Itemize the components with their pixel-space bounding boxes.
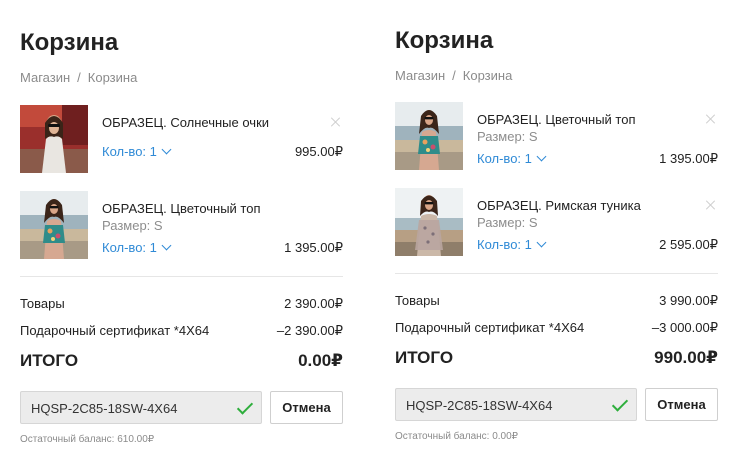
cart-panel-left: Корзина Магазин / Корзина ОБРАЗЕЦ. Солнечн… xyxy=(20,0,343,445)
product-name[interactable]: ОБРАЗЕЦ. Солнечные очки xyxy=(102,115,269,130)
quantity-dropdown[interactable]: Кол-во: 1 xyxy=(102,144,172,159)
divider xyxy=(20,276,343,277)
product-size: Размер: S xyxy=(477,215,538,230)
breadcrumb-cart: Корзина xyxy=(87,70,138,85)
product-price: 2 595.00₽ xyxy=(659,237,718,252)
product-price: 1 395.00₽ xyxy=(284,240,343,255)
total-row: ИТОГО 0.00₽ xyxy=(20,352,343,369)
goods-row: Товары 2 390.00₽ xyxy=(20,297,343,310)
total-value: 990.00₽ xyxy=(654,348,718,367)
product-thumbnail-floral-top[interactable] xyxy=(20,191,88,259)
remove-item-icon[interactable] xyxy=(706,114,716,124)
goods-row: Товары 3 990.00₽ xyxy=(395,294,718,307)
remove-item-icon[interactable] xyxy=(331,117,341,127)
gift-code-input[interactable]: HQSP-2C85-18SW-4X64 xyxy=(20,391,262,424)
gift-code-form: HQSP-2C85-18SW-4X64 Отмена xyxy=(395,388,718,421)
gift-certificate-label: Подарочный сертификат *4X64 xyxy=(20,323,210,338)
gift-code-form: HQSP-2C85-18SW-4X64 Отмена xyxy=(20,391,343,424)
chevron-down-icon xyxy=(536,237,547,248)
cart-items: ОБРАЗЕЦ. Цветочный топ Размер: S Кол-во:… xyxy=(395,102,718,256)
floral-top-photo xyxy=(395,102,463,170)
floral-top-photo xyxy=(20,191,88,259)
total-value: 0.00₽ xyxy=(298,351,343,370)
breadcrumb-separator: / xyxy=(77,70,81,85)
checkmark-icon xyxy=(237,401,249,416)
product-size: Размер: S xyxy=(477,129,538,144)
checkmark-icon xyxy=(612,398,624,413)
divider xyxy=(395,273,718,274)
product-price: 995.00₽ xyxy=(294,144,343,159)
quantity-label: Кол-во: 1 xyxy=(477,151,532,166)
breadcrumb-separator: / xyxy=(452,68,456,83)
product-name[interactable]: ОБРАЗЕЦ. Цветочный топ xyxy=(102,201,261,216)
gift-certificate-label: Подарочный сертификат *4X64 xyxy=(395,320,585,335)
cancel-button[interactable]: Отмена xyxy=(270,391,343,424)
cart-item: ОБРАЗЕЦ. Римская туника Размер: S Кол-во… xyxy=(395,188,718,256)
breadcrumb-cart: Корзина xyxy=(462,68,513,83)
quantity-dropdown[interactable]: Кол-во: 1 xyxy=(477,151,547,166)
gift-certificate-value: –3 000.00₽ xyxy=(651,320,718,335)
product-thumbnail-floral-top[interactable] xyxy=(395,102,463,170)
cart-item: ОБРАЗЕЦ. Солнечные очки Кол-во: 1 995.00… xyxy=(20,105,343,173)
cart-item: ОБРАЗЕЦ. Цветочный топ Размер: S Кол-во:… xyxy=(395,102,718,170)
cart-items: ОБРАЗЕЦ. Солнечные очки Кол-во: 1 995.00… xyxy=(20,105,343,259)
quantity-label: Кол-во: 1 xyxy=(102,240,157,255)
product-size: Размер: S xyxy=(102,218,163,233)
remove-item-icon[interactable] xyxy=(706,200,716,210)
goods-value: 2 390.00₽ xyxy=(284,296,343,311)
goods-value: 3 990.00₽ xyxy=(659,293,718,308)
goods-label: Товары xyxy=(20,296,65,311)
breadcrumb-shop-link[interactable]: Магазин xyxy=(20,70,70,85)
cart-item: ОБРАЗЕЦ. Цветочный топ Размер: S Кол-во:… xyxy=(20,191,343,259)
total-label: ИТОГО xyxy=(20,351,79,370)
product-thumbnail-sunglasses[interactable] xyxy=(20,105,88,173)
total-row: ИТОГО 990.00₽ xyxy=(395,349,718,366)
gift-code-value: HQSP-2C85-18SW-4X64 xyxy=(31,401,178,416)
gift-code-input[interactable]: HQSP-2C85-18SW-4X64 xyxy=(395,388,637,421)
chevron-down-icon xyxy=(161,240,172,251)
product-thumbnail-roman-tunic[interactable] xyxy=(395,188,463,256)
quantity-dropdown[interactable]: Кол-во: 1 xyxy=(102,240,172,255)
quantity-label: Кол-во: 1 xyxy=(477,237,532,252)
product-name[interactable]: ОБРАЗЕЦ. Цветочный топ xyxy=(477,112,636,127)
roman-tunic-photo xyxy=(395,188,463,256)
gift-certificate-row: Подарочный сертификат *4X64 –2 390.00₽ xyxy=(20,324,343,337)
gift-code-value: HQSP-2C85-18SW-4X64 xyxy=(406,398,553,413)
sunglasses-photo xyxy=(20,105,88,173)
cart-panel-right: Корзина Магазин / Корзина ОБРАЗЕЦ. Цвето… xyxy=(395,0,718,442)
breadcrumb: Магазин / Корзина xyxy=(395,69,718,82)
chevron-down-icon xyxy=(161,144,172,155)
gift-certificate-value: –2 390.00₽ xyxy=(276,323,343,338)
quantity-dropdown[interactable]: Кол-во: 1 xyxy=(477,237,547,252)
chevron-down-icon xyxy=(536,151,547,162)
breadcrumb: Магазин / Корзина xyxy=(20,71,343,84)
product-name[interactable]: ОБРАЗЕЦ. Римская туника xyxy=(477,198,641,213)
remaining-balance: Остаточный баланс: 0.00₽ xyxy=(395,431,519,442)
cancel-button[interactable]: Отмена xyxy=(645,388,718,421)
total-label: ИТОГО xyxy=(395,348,454,367)
quantity-label: Кол-во: 1 xyxy=(102,144,157,159)
page-title: Корзина xyxy=(395,27,494,54)
remaining-balance: Остаточный баланс: 610.00₽ xyxy=(20,434,155,445)
gift-certificate-row: Подарочный сертификат *4X64 –3 000.00₽ xyxy=(395,321,718,334)
goods-label: Товары xyxy=(395,293,440,308)
page-title: Корзина xyxy=(20,29,119,56)
product-price: 1 395.00₽ xyxy=(659,151,718,166)
breadcrumb-shop-link[interactable]: Магазин xyxy=(395,68,445,83)
